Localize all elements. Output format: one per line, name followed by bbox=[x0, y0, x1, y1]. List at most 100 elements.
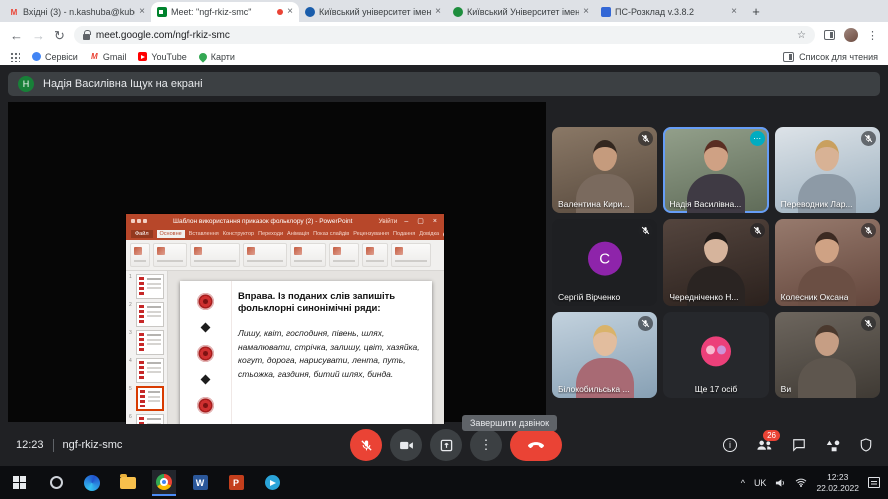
flower-icon bbox=[197, 345, 214, 362]
reading-list-button[interactable]: Список для чтения bbox=[783, 52, 878, 62]
tab-university-1[interactable]: Київський університет імені Б × bbox=[299, 2, 447, 22]
share-button[interactable]: Спільний доступ bbox=[443, 231, 444, 237]
ribbon-tab-file[interactable]: Файл bbox=[131, 230, 153, 238]
participant-tile[interactable]: Колесник Оксана bbox=[775, 219, 880, 305]
mic-muted-icon bbox=[750, 223, 765, 238]
presenter-avatar: Н bbox=[18, 76, 34, 92]
bookmark-maps[interactable]: Карти bbox=[199, 52, 235, 62]
person-icon bbox=[443, 232, 444, 237]
participant-avatar: С bbox=[588, 242, 622, 276]
participant-tile-active-speaker[interactable]: ⋯ Надія Василівна... bbox=[663, 127, 768, 213]
bookmark-label: YouTube bbox=[151, 52, 186, 62]
participant-name: Сергій Вірченко bbox=[558, 292, 620, 302]
tray-expand-icon[interactable]: ^ bbox=[741, 478, 745, 488]
taskbar-telegram[interactable] bbox=[260, 470, 284, 496]
bookmark-services[interactable]: Сервіси bbox=[32, 52, 78, 62]
ribbon-tab-slideshow[interactable]: Показ слайдів bbox=[313, 231, 349, 237]
slides-group[interactable] bbox=[153, 243, 187, 267]
minimize-icon[interactable]: – bbox=[402, 218, 410, 225]
action-center-icon[interactable] bbox=[868, 477, 880, 488]
taskbar-word[interactable] bbox=[188, 470, 212, 496]
taskbar-explorer[interactable] bbox=[116, 470, 140, 496]
tab-close-icon[interactable]: × bbox=[731, 7, 737, 17]
forward-button[interactable]: → bbox=[32, 29, 45, 42]
volume-icon[interactable] bbox=[775, 478, 786, 488]
self-view-tile[interactable]: Ви bbox=[775, 312, 880, 398]
ribbon-tab-home[interactable]: Основне bbox=[157, 230, 185, 238]
ribbon-tab-transitions[interactable]: Переходи bbox=[258, 231, 283, 237]
taskbar-clock[interactable]: 12:23 22.02.2022 bbox=[816, 472, 859, 493]
taskbar-powerpoint[interactable] bbox=[224, 470, 248, 496]
editing-group[interactable] bbox=[329, 243, 359, 267]
tab-gmail[interactable]: Вхідні (3) - n.kashuba@kubg... × bbox=[3, 2, 151, 22]
tab-university-2[interactable]: Київський Університет імені Б × bbox=[447, 2, 595, 22]
info-icon bbox=[723, 438, 737, 452]
slide-thumbnail[interactable]: 1 bbox=[129, 274, 164, 299]
participants-button[interactable]: 26 bbox=[756, 439, 773, 451]
tab-meet[interactable]: Meet: "ngf-rkiz-smc" × bbox=[151, 2, 299, 22]
start-button[interactable] bbox=[8, 470, 32, 496]
slide-thumbnail[interactable]: 2 bbox=[129, 302, 164, 327]
tab-close-icon[interactable]: × bbox=[583, 7, 589, 17]
browser-menu-icon[interactable]: ⋮ bbox=[867, 29, 878, 42]
reload-button[interactable]: ↻ bbox=[54, 29, 65, 42]
language-indicator[interactable]: UK bbox=[754, 478, 767, 488]
more-options-button[interactable]: ⋮ bbox=[470, 429, 502, 461]
tab-schedule[interactable]: ПС-Розклад v.3.8.2 × bbox=[595, 2, 743, 22]
close-icon[interactable]: × bbox=[431, 218, 439, 225]
paragraph-group[interactable] bbox=[243, 243, 287, 267]
bookmark-youtube[interactable]: YouTube bbox=[138, 52, 186, 62]
apps-grid-icon[interactable] bbox=[10, 52, 20, 62]
gmail-icon bbox=[90, 52, 99, 61]
powerpoint-icon bbox=[229, 475, 244, 490]
slide-number: 2 bbox=[129, 302, 134, 308]
present-screen-button[interactable] bbox=[430, 429, 462, 461]
activities-button[interactable] bbox=[825, 439, 841, 452]
host-controls-button[interactable] bbox=[860, 438, 872, 452]
font-group[interactable] bbox=[190, 243, 240, 267]
participant-tile[interactable]: Переводник Лар... bbox=[775, 127, 880, 213]
profile-avatar[interactable] bbox=[844, 28, 858, 42]
maximize-icon[interactable]: ▢ bbox=[415, 218, 426, 225]
ribbon-tab-design[interactable]: Конструктор bbox=[223, 231, 254, 237]
camera-toggle-button[interactable] bbox=[390, 429, 422, 461]
taskbar-edge[interactable] bbox=[80, 470, 104, 496]
search-button[interactable] bbox=[44, 470, 68, 496]
ribbon-tab-view[interactable]: Подання bbox=[393, 231, 415, 237]
participant-tile[interactable]: Чередніченко Н... bbox=[663, 219, 768, 305]
quick-access-toolbar bbox=[131, 219, 147, 223]
taskbar-chrome-active[interactable] bbox=[152, 470, 176, 496]
more-participants-tile[interactable]: Ще 17 осіб bbox=[663, 312, 768, 398]
ribbon-tab-review[interactable]: Рецензування bbox=[353, 231, 389, 237]
ribbon-tab-animations[interactable]: Анімація bbox=[287, 231, 309, 237]
new-tab-button[interactable]: + bbox=[747, 3, 765, 21]
side-panel-icon[interactable] bbox=[824, 30, 835, 40]
meeting-details-button[interactable] bbox=[723, 438, 737, 452]
shared-screen[interactable]: Шаблон використання приказок фольклору (… bbox=[8, 102, 546, 422]
participant-tile[interactable]: Валентина Кири... bbox=[552, 127, 657, 213]
ribbon-tab-help[interactable]: Довідка bbox=[419, 231, 439, 237]
powerpoint-title-bar: Шаблон використання приказок фольклору (… bbox=[126, 214, 444, 228]
mic-toggle-button[interactable] bbox=[350, 429, 382, 461]
tab-close-icon[interactable]: × bbox=[139, 7, 145, 17]
participant-tile[interactable]: Білокобильська ... bbox=[552, 312, 657, 398]
network-icon[interactable] bbox=[795, 478, 807, 487]
clipboard-group[interactable] bbox=[130, 243, 150, 267]
ribbon-tab-insert[interactable]: Вставлення bbox=[189, 231, 219, 237]
voice-group[interactable] bbox=[362, 243, 388, 267]
end-call-button[interactable] bbox=[510, 429, 562, 461]
participant-tile[interactable]: С Сергій Вірченко bbox=[552, 219, 657, 305]
slide-thumbnail[interactable]: 3 bbox=[129, 330, 164, 355]
bookmark-star-icon[interactable]: ☆ bbox=[797, 30, 806, 41]
slide-thumbnail-selected[interactable]: 5 bbox=[129, 386, 164, 411]
back-button[interactable]: ← bbox=[10, 29, 23, 42]
tab-close-icon[interactable]: × bbox=[287, 7, 293, 17]
bookmark-gmail[interactable]: Gmail bbox=[90, 52, 127, 62]
drawing-group[interactable] bbox=[290, 243, 326, 267]
designer-group[interactable] bbox=[391, 243, 431, 267]
signin-button[interactable]: Увійти bbox=[378, 218, 397, 225]
chat-button[interactable] bbox=[792, 438, 806, 452]
tab-close-icon[interactable]: × bbox=[435, 7, 441, 17]
slide-thumbnail[interactable]: 4 bbox=[129, 358, 164, 383]
address-bar[interactable]: meet.google.com/ngf-rkiz-smc ☆ bbox=[74, 26, 815, 44]
